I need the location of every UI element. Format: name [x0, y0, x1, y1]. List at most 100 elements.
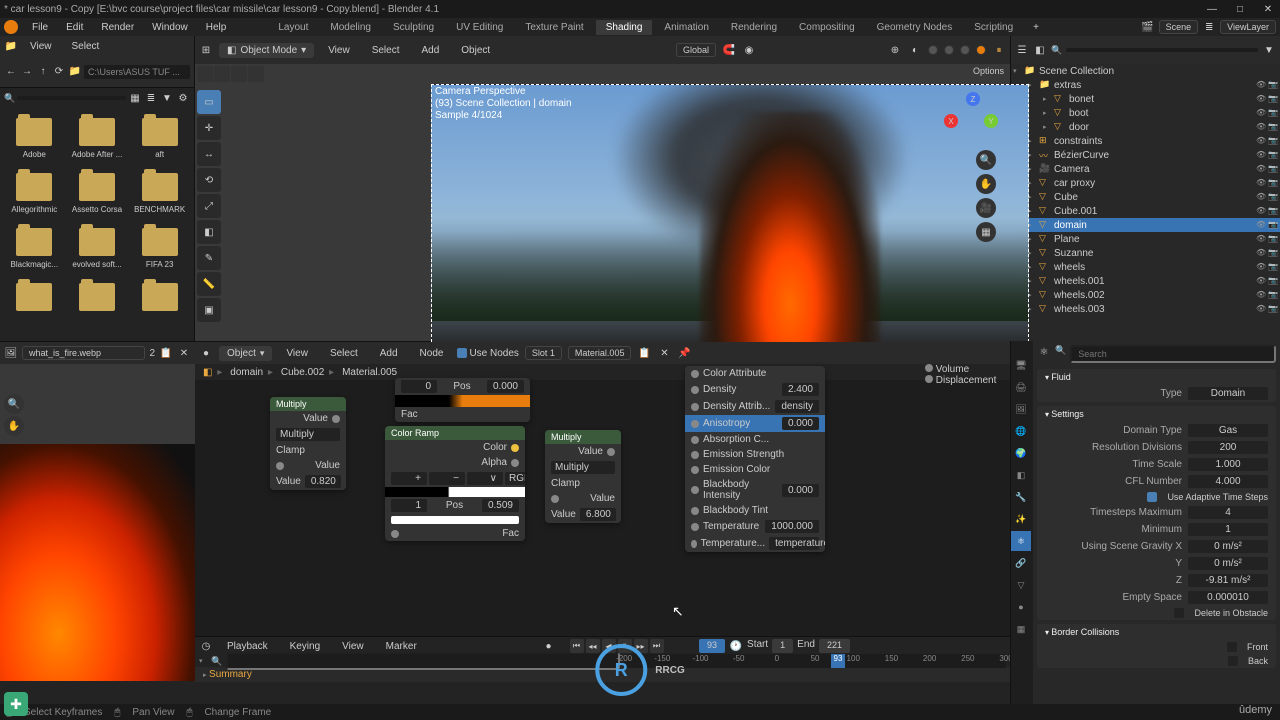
tab-rendering[interactable]: Rendering: [721, 20, 787, 35]
node-input-row[interactable]: Density2.400: [685, 381, 825, 398]
vp-object[interactable]: Object: [453, 43, 498, 58]
nav-new-icon[interactable]: 📁: [68, 65, 82, 79]
ptab-particle[interactable]: ✨: [1011, 509, 1031, 529]
outliner-search[interactable]: [1066, 48, 1258, 52]
visibility-icon[interactable]: 👁: [1256, 276, 1266, 286]
tab-sculpting[interactable]: Sculpting: [383, 20, 444, 35]
menu-window[interactable]: Window: [144, 20, 196, 35]
minimize-button[interactable]: —: [1204, 1, 1220, 17]
display-list-icon[interactable]: ≣: [144, 91, 158, 105]
zoom-icon[interactable]: 🔍: [976, 150, 996, 170]
tab-uvediting[interactable]: UV Editing: [446, 20, 513, 35]
ptab-world[interactable]: 🌍: [1011, 443, 1031, 463]
tab-shading[interactable]: Shading: [596, 20, 653, 35]
scene-collection[interactable]: Scene Collection: [1039, 66, 1278, 77]
visibility-icon[interactable]: 👁: [1256, 290, 1266, 300]
keyframe-next-icon[interactable]: ▸▸: [634, 639, 648, 653]
current-frame[interactable]: 93: [699, 639, 725, 653]
toggle2[interactable]: [214, 66, 230, 82]
sec-border[interactable]: Border Collisions: [1037, 624, 1276, 640]
render-icon[interactable]: 📷: [1268, 206, 1278, 216]
node-input-row[interactable]: Emission Color: [685, 462, 825, 477]
folder-item[interactable]: FIFA 23: [129, 222, 190, 275]
outliner-item[interactable]: ▸▽Cube.001👁📷: [1011, 204, 1280, 218]
ptab-modifier[interactable]: 🔧: [1011, 487, 1031, 507]
fb-search[interactable]: [17, 96, 126, 100]
nav-gizmo[interactable]: X Y Z: [944, 92, 998, 146]
slot-field[interactable]: Slot 1: [525, 346, 562, 360]
outliner-item[interactable]: ▸〰BézierCurve👁📷: [1011, 148, 1280, 162]
folder-item[interactable]: evolved soft...: [67, 222, 128, 275]
render-icon[interactable]: 📷: [1268, 276, 1278, 286]
proportional-icon[interactable]: ◉: [742, 43, 756, 57]
folder-item[interactable]: Assetto Corsa: [67, 167, 128, 220]
sec-fluid[interactable]: Fluid: [1037, 369, 1276, 385]
tool-select[interactable]: ▭: [197, 90, 221, 114]
ptab-output[interactable]: 🖨: [1011, 377, 1031, 397]
settings-icon[interactable]: ⚙: [176, 91, 190, 105]
fb-view[interactable]: View: [22, 39, 60, 54]
ptab-physics[interactable]: ⚛: [1011, 531, 1031, 551]
nav-back-icon[interactable]: ←: [4, 65, 18, 79]
sec-settings[interactable]: Settings: [1037, 406, 1276, 422]
prop-search[interactable]: [1070, 345, 1276, 363]
tab-compositing[interactable]: Compositing: [789, 20, 865, 35]
scene-field[interactable]: Scene: [1159, 20, 1199, 34]
end-frame[interactable]: 221: [819, 639, 850, 653]
use-nodes-check[interactable]: [457, 348, 467, 358]
outliner-item[interactable]: ▸⊞constraints👁📷: [1011, 134, 1280, 148]
outliner-item[interactable]: ▸▽Cube👁📷: [1011, 190, 1280, 204]
time-scale[interactable]: 1.000: [1188, 458, 1268, 471]
shade-solid[interactable]: [944, 45, 954, 55]
outliner-item[interactable]: ▸▽bonet👁📷: [1011, 92, 1280, 106]
outliner-item[interactable]: ▸▽wheels.002👁📷: [1011, 288, 1280, 302]
nav-refresh-icon[interactable]: ⟳: [52, 65, 66, 79]
folder-item[interactable]: Allegorithmic: [4, 167, 65, 220]
visibility-icon[interactable]: 👁: [1256, 122, 1266, 132]
node-multiply2-title[interactable]: Multiply: [545, 430, 621, 444]
snap-icon[interactable]: 🧲: [722, 43, 736, 57]
outliner-item[interactable]: ▸▽wheels.001👁📷: [1011, 274, 1280, 288]
ne-add[interactable]: Add: [372, 346, 406, 361]
tool-rotate[interactable]: ⟲: [197, 168, 221, 192]
folder-item[interactable]: aft: [129, 112, 190, 165]
visibility-icon[interactable]: 👁: [1256, 304, 1266, 314]
overlays-icon[interactable]: ◐: [908, 43, 922, 57]
render-icon[interactable]: 📷: [1268, 122, 1278, 132]
render-icon[interactable]: 📷: [1268, 192, 1278, 202]
outliner-item[interactable]: ▸▽boot👁📷: [1011, 106, 1280, 120]
outliner-item[interactable]: ▸▽domain👁📷: [1011, 218, 1280, 232]
persp-icon[interactable]: ▦: [976, 222, 996, 242]
outliner-item[interactable]: ▸▽wheels.003👁📷: [1011, 302, 1280, 316]
gizmo-toggle-icon[interactable]: ⊕: [888, 43, 902, 57]
range-icon[interactable]: 🕐: [729, 639, 743, 653]
material-field[interactable]: Material.005: [568, 346, 632, 360]
toggle4[interactable]: [248, 66, 264, 82]
tl-type-icon[interactable]: ◷: [199, 639, 213, 653]
shade-render[interactable]: [976, 45, 986, 55]
bc-mat[interactable]: Material.005: [342, 367, 401, 378]
tl-search[interactable]: [226, 652, 620, 670]
vp-add[interactable]: Add: [413, 43, 447, 58]
tmax[interactable]: 4: [1188, 506, 1268, 519]
maximize-button[interactable]: □: [1232, 1, 1248, 17]
pause-icon[interactable]: ⏸: [618, 639, 632, 653]
keyframe-prev-icon[interactable]: ◂◂: [586, 639, 600, 653]
domain-type[interactable]: Gas: [1188, 424, 1268, 437]
visibility-icon[interactable]: 👁: [1256, 192, 1266, 202]
ptab-object[interactable]: ◧: [1011, 465, 1031, 485]
node-input-row[interactable]: Emission Strength: [685, 447, 825, 462]
render-icon[interactable]: 📷: [1268, 262, 1278, 272]
fb-select[interactable]: Select: [64, 39, 108, 54]
outliner-type-icon[interactable]: ☰: [1015, 43, 1029, 57]
pause-icon[interactable]: ⏸: [992, 43, 1006, 57]
tab-animation[interactable]: Animation: [654, 20, 718, 35]
mat-dup-icon[interactable]: 📋: [637, 346, 651, 360]
render-icon[interactable]: 📷: [1268, 150, 1278, 160]
vp-view[interactable]: View: [320, 43, 358, 58]
tab-modeling[interactable]: Modeling: [320, 20, 381, 35]
autokey-icon[interactable]: ●: [542, 639, 556, 653]
menu-edit[interactable]: Edit: [58, 20, 91, 35]
back-check[interactable]: [1228, 656, 1238, 666]
visibility-icon[interactable]: 👁: [1256, 206, 1266, 216]
